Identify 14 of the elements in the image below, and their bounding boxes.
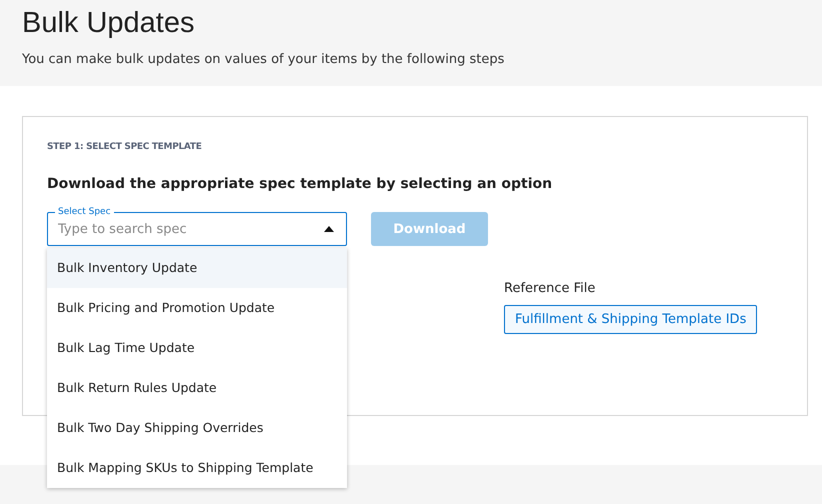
spec-option[interactable]: Bulk Inventory Update [47, 248, 347, 288]
step-heading: Download the appropriate spec template by selecting an option [47, 176, 554, 192]
field-label: Select Spec [55, 206, 114, 218]
reference-file-label: Reference File [504, 281, 596, 296]
spec-option[interactable]: Bulk Mapping SKUs to Shipping Template [47, 448, 347, 488]
caret-icon [324, 226, 334, 232]
page-subtitle: You can make bulk updates on values of your items by the following steps [22, 52, 506, 67]
step-label: STEP 1: SELECT SPEC TEMPLATE [47, 142, 203, 152]
page-title: Bulk Updates [22, 6, 196, 41]
reference-file-button[interactable]: Fulfillment & Shipping Template IDs [504, 305, 758, 334]
spec-option[interactable]: Bulk Two Day Shipping Overrides [47, 408, 347, 448]
spec-option[interactable]: Bulk Lag Time Update [47, 328, 347, 368]
spec-option[interactable]: Bulk Pricing and Promotion Update [47, 288, 347, 328]
spec-option[interactable]: Bulk Return Rules Update [47, 368, 347, 408]
